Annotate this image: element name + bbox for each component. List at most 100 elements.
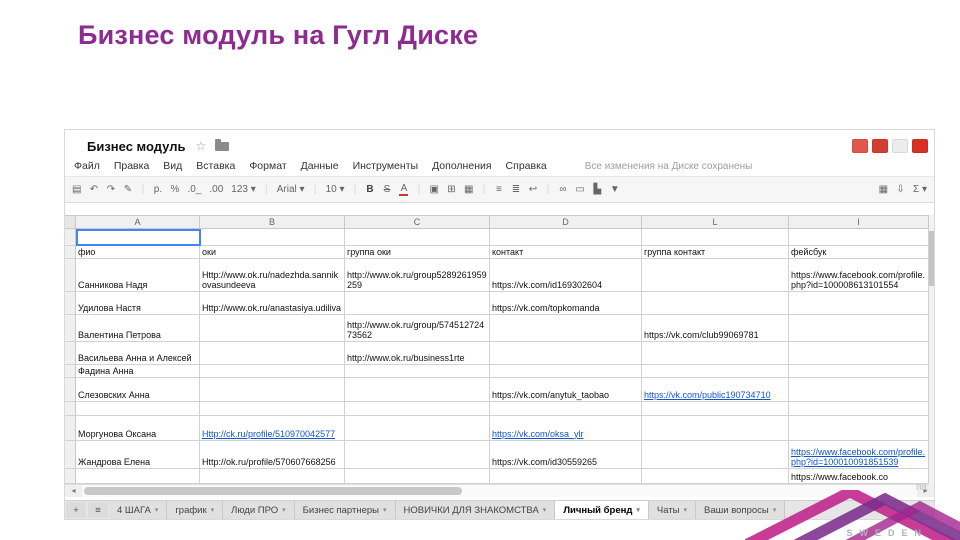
column-header-4[interactable]: L [642,216,789,228]
browser-icon-3[interactable] [892,139,908,153]
menu-item-6[interactable]: Инструменты [353,160,418,172]
cell-r7-c5[interactable] [789,378,929,401]
all-sheets-button[interactable]: ≡ [88,502,108,518]
cell-r8-c5[interactable] [789,402,929,415]
cell-r9-c1[interactable]: Http://ck.ru/profile/510970042577 [200,416,345,440]
cell-r0-c3[interactable] [490,229,642,245]
cell-r6-c2[interactable] [345,365,490,377]
sheet-tab-5[interactable]: Личный бренд ▾ [555,501,649,519]
cell-r2-c5[interactable]: https://www.facebook.com/profile.php?id=… [789,259,929,291]
cell-r6-c4[interactable] [642,365,789,377]
cell-r7-c4[interactable]: https://vk.com/public190734710 [642,378,789,401]
font-family-select[interactable]: Arial ▾ [277,184,305,195]
cell-r5-c4[interactable] [642,342,789,364]
cell-r3-c3[interactable]: https://vk.com/topkomanda [490,292,642,314]
cell-r10-c5[interactable]: https://www.facebook.com/profile.php?id=… [789,441,929,468]
star-icon[interactable]: ☆ [195,139,206,153]
paint-format-icon[interactable]: ✎ [123,184,132,195]
cell-r5-c3[interactable] [490,342,642,364]
cell-r4-c5[interactable] [789,315,929,341]
cell-r0-c1[interactable] [200,229,345,245]
cell-r2-c3[interactable]: https://vk.com/id169302604 [490,259,642,291]
cell-r3-c5[interactable] [789,292,929,314]
cell-r0-c2[interactable] [345,229,490,245]
sheet-tab-7[interactable]: Ваши вопросы ▾ [696,501,786,519]
cell-r2-c0[interactable]: Санникова Надя [76,259,200,291]
cell-r10-c1[interactable]: Http://ok.ru/profile/570607668256 [200,441,345,468]
cell-r2-c4[interactable] [642,259,789,291]
cell-r7-c0[interactable]: Слезовских Анна [76,378,200,401]
row-header-7[interactable] [65,378,76,401]
row-header-6[interactable] [65,365,76,377]
cell-r5-c2[interactable]: http://www.ok.ru/business1rte [345,342,490,364]
decimal-increase-button[interactable]: .00 [209,184,223,195]
cell-r1-c5[interactable]: фейсбук [789,246,929,258]
cell-r8-c1[interactable] [200,402,345,415]
row-header-9[interactable] [65,416,76,440]
menu-item-5[interactable]: Данные [301,160,339,172]
sheet-tab-1[interactable]: график ▾ [167,501,224,519]
insert-chart-button[interactable]: ▙ [593,184,602,195]
cell-r5-c0[interactable]: Васильева Анна и Алексей [76,342,200,364]
cell-r8-c0[interactable] [76,402,200,415]
insert-comment-button[interactable]: ▭ [575,184,584,195]
cell-r10-c4[interactable] [642,441,789,468]
merge-cells-button[interactable]: ▦ [464,184,473,195]
number-format-menu[interactable]: 123 ▾ [231,184,255,195]
cell-r6-c5[interactable] [789,365,929,377]
column-header-1[interactable]: B [200,216,345,228]
valign-button[interactable]: ≣ [511,184,520,195]
bold-button[interactable]: B [365,184,374,195]
select-all-corner[interactable] [65,216,76,228]
cell-r4-c0[interactable]: Валентина Петрова [76,315,200,341]
cell-r5-c1[interactable] [200,342,345,364]
cell-r4-c2[interactable]: http://www.ok.ru/group/57451272473562 [345,315,490,341]
row-header-1[interactable] [65,246,76,258]
text-color-button[interactable]: A [399,183,409,196]
cell-r6-c1[interactable] [200,365,345,377]
cell-r5-c5[interactable] [789,342,929,364]
menu-item-2[interactable]: Вид [163,160,182,172]
row-header-2[interactable] [65,259,76,291]
browser-icon-2[interactable] [872,139,888,153]
cell-r3-c2[interactable] [345,292,490,314]
download-button[interactable]: ⇩ [896,184,905,195]
cell-r11-c2[interactable] [345,469,490,483]
row-header-4[interactable] [65,315,76,341]
cell-r11-c3[interactable] [490,469,642,483]
cell-r9-c3[interactable]: https://vk.com/oksa_ylr [490,416,642,440]
currency-format-button[interactable]: р. [153,184,162,195]
row-header-5[interactable] [65,342,76,364]
cell-r3-c0[interactable]: Удилова Настя [76,292,200,314]
column-header-0[interactable]: A [76,216,200,228]
cell-r7-c2[interactable] [345,378,490,401]
selected-cell-outline[interactable] [76,229,201,246]
cell-r1-c2[interactable]: группа оки [345,246,490,258]
cell-r1-c3[interactable]: контакт [490,246,642,258]
cell-r8-c2[interactable] [345,402,490,415]
column-header-3[interactable]: D [490,216,642,228]
view-grid-button[interactable]: ▦ [879,184,888,195]
cell-r3-c4[interactable] [642,292,789,314]
cell-r0-c5[interactable] [789,229,929,245]
cell-r9-c0[interactable]: Моргунова Оксана [76,416,200,440]
cell-r9-c5[interactable] [789,416,929,440]
scroll-left-button[interactable]: ◂ [65,485,82,497]
cell-r4-c3[interactable] [490,315,642,341]
horizontal-scrollbar[interactable]: ◂ ▸ [65,484,934,497]
browser-icon-4[interactable] [912,139,928,153]
cell-r2-c2[interactable]: http://www.ok.ru/group5289261959259 [345,259,490,291]
borders-button[interactable]: ⊞ [447,184,456,195]
row-header-0[interactable] [65,229,76,245]
cell-r11-c1[interactable] [200,469,345,483]
row-header-8[interactable] [65,402,76,415]
decimal-decrease-button[interactable]: .0_ [187,184,201,195]
cell-r9-c4[interactable] [642,416,789,440]
cell-r6-c3[interactable] [490,365,642,377]
fill-color-button[interactable]: ▣ [429,184,438,195]
cell-r10-c0[interactable]: Жандрова Елена [76,441,200,468]
cell-r6-c0[interactable]: Фадина Анна [76,365,200,377]
menu-item-8[interactable]: Справка [506,160,547,172]
sheet-tab-4[interactable]: НОВИЧКИ ДЛЯ ЗНАКОМСТВА ▾ [395,501,556,519]
functions-button[interactable]: Σ ▾ [913,184,927,195]
